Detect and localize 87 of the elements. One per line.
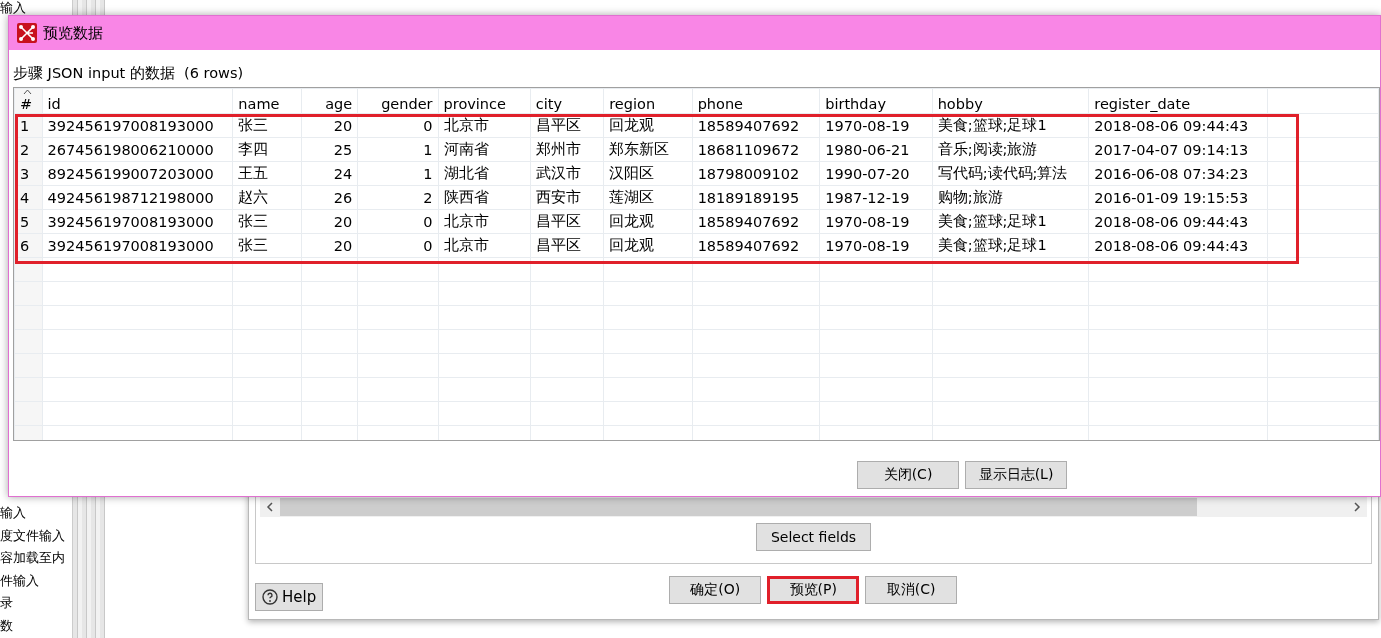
table-cell: 20 <box>301 209 358 234</box>
table-cell: 北京市 <box>438 233 531 258</box>
table-cell: 2016-06-08 07:34:23 <box>1088 161 1268 186</box>
table-cell: 张三 <box>232 233 302 258</box>
table-cell: 购物;旅游 <box>932 185 1089 210</box>
table-cell: 25 <box>301 137 358 162</box>
table-cell: 2018-08-06 09:44:43 <box>1088 209 1268 234</box>
table-cell: 昌平区 <box>530 233 604 258</box>
table-cell: 1970-08-19 <box>819 209 933 234</box>
table-cell: 1980-06-21 <box>819 137 933 162</box>
column-header[interactable]: region <box>603 88 693 114</box>
table-cell: 郑东新区 <box>603 137 693 162</box>
table-cell: 陕西省 <box>438 185 531 210</box>
app-icon <box>17 23 37 43</box>
help-icon <box>262 589 278 605</box>
column-header[interactable]: id <box>42 88 233 114</box>
sidebar-item[interactable]: 度文件输入 <box>0 525 65 548</box>
table-cell: 26 <box>301 185 358 210</box>
table-cell: 24 <box>301 161 358 186</box>
table-cell: 赵六 <box>232 185 302 210</box>
help-button[interactable]: Help <box>255 583 324 611</box>
table-cell: 昌平区 <box>530 209 604 234</box>
table-cell: 392456197008193000 <box>42 209 233 234</box>
table-cell: 莲湖区 <box>603 185 693 210</box>
table-cell: 18189189195 <box>692 185 820 210</box>
table-cell: 892456199007203000 <box>42 161 233 186</box>
show-log-button[interactable]: 显示日志(L) <box>965 461 1067 489</box>
table-cell: 18798009102 <box>692 161 820 186</box>
table-cell: 18681109672 <box>692 137 820 162</box>
cancel-button[interactable]: 取消(C) <box>865 576 958 604</box>
table-cell: 美食;篮球;足球1 <box>932 209 1089 234</box>
sidebar-item[interactable]: 容加载至内 <box>0 548 65 571</box>
table-cell: 392456197008193000 <box>42 233 233 258</box>
table-cell: 武汉市 <box>530 161 604 186</box>
horizontal-scrollbar[interactable] <box>260 497 1367 517</box>
table-cell: 1970-08-19 <box>819 233 933 258</box>
sidebar-item[interactable]: 件输入 <box>0 570 39 593</box>
sort-caret-icon[interactable] <box>23 89 32 95</box>
sidebar-item[interactable]: 输入 <box>0 1 26 14</box>
table-cell: 1 <box>357 137 439 162</box>
table-cell: 2017-04-07 09:14:13 <box>1088 137 1268 162</box>
table-cell: 张三 <box>232 209 302 234</box>
table-cell: 0 <box>357 233 439 258</box>
table-cell: 北京市 <box>438 209 531 234</box>
table-cell: 267456198006210000 <box>42 137 233 162</box>
table-cell: 回龙观 <box>603 233 693 258</box>
sidebar-item[interactable]: 录 <box>0 593 13 616</box>
table-cell: 1990-07-20 <box>819 161 933 186</box>
table-cell: 写代码;读代码;算法 <box>932 161 1089 186</box>
table-cell: 美食;篮球;足球1 <box>932 233 1089 258</box>
table-cell: 20 <box>301 233 358 258</box>
table-cell: 河南省 <box>438 137 531 162</box>
table-cell: 1 <box>357 161 439 186</box>
close-button[interactable]: 关闭(C) <box>857 461 959 489</box>
column-header[interactable]: # <box>14 88 43 114</box>
table-cell: 回龙观 <box>603 209 693 234</box>
column-header[interactable]: gender <box>357 88 439 114</box>
table-cell: 0 <box>357 209 439 234</box>
ok-button[interactable]: 确定(O) <box>669 576 762 604</box>
table-cell: 郑州市 <box>530 137 604 162</box>
table-cell: 音乐;阅读;旅游 <box>932 137 1089 162</box>
table-cell: 西安市 <box>530 185 604 210</box>
table-cell: 1987-12-19 <box>819 185 933 210</box>
table-cell: 492456198712198000 <box>42 185 233 210</box>
select-fields-button[interactable]: Select fields <box>755 523 872 551</box>
column-header[interactable]: phone <box>692 88 820 114</box>
sidebar-item[interactable]: 数 <box>0 615 13 638</box>
column-header[interactable]: age <box>301 88 358 114</box>
column-header[interactable]: city <box>530 88 604 114</box>
column-header[interactable]: birthday <box>819 88 933 114</box>
table-cell: 2018-08-06 09:44:43 <box>1088 233 1268 258</box>
table-cell: 18589407692 <box>692 209 820 234</box>
table-cell: 2 <box>357 185 439 210</box>
table-cell: 18589407692 <box>692 233 820 258</box>
column-header[interactable]: province <box>438 88 531 114</box>
sidebar-item[interactable]: 输入 <box>0 503 26 526</box>
column-header[interactable]: name <box>232 88 302 114</box>
column-header[interactable]: hobby <box>932 88 1089 114</box>
preview-button[interactable]: 预览(P) <box>767 576 860 604</box>
table-cell: 李四 <box>232 137 302 162</box>
table-cell: 2016-01-09 19:15:53 <box>1088 185 1268 210</box>
table-caption: 步骤 JSON input 的数据 (6 rows) <box>12 64 245 83</box>
column-header[interactable]: register_date <box>1088 88 1268 114</box>
table-cell: 湖北省 <box>438 161 531 186</box>
table-cell: 汉阳区 <box>603 161 693 186</box>
window-title: 预览数据 <box>43 23 103 43</box>
table-cell: 王五 <box>232 161 302 186</box>
